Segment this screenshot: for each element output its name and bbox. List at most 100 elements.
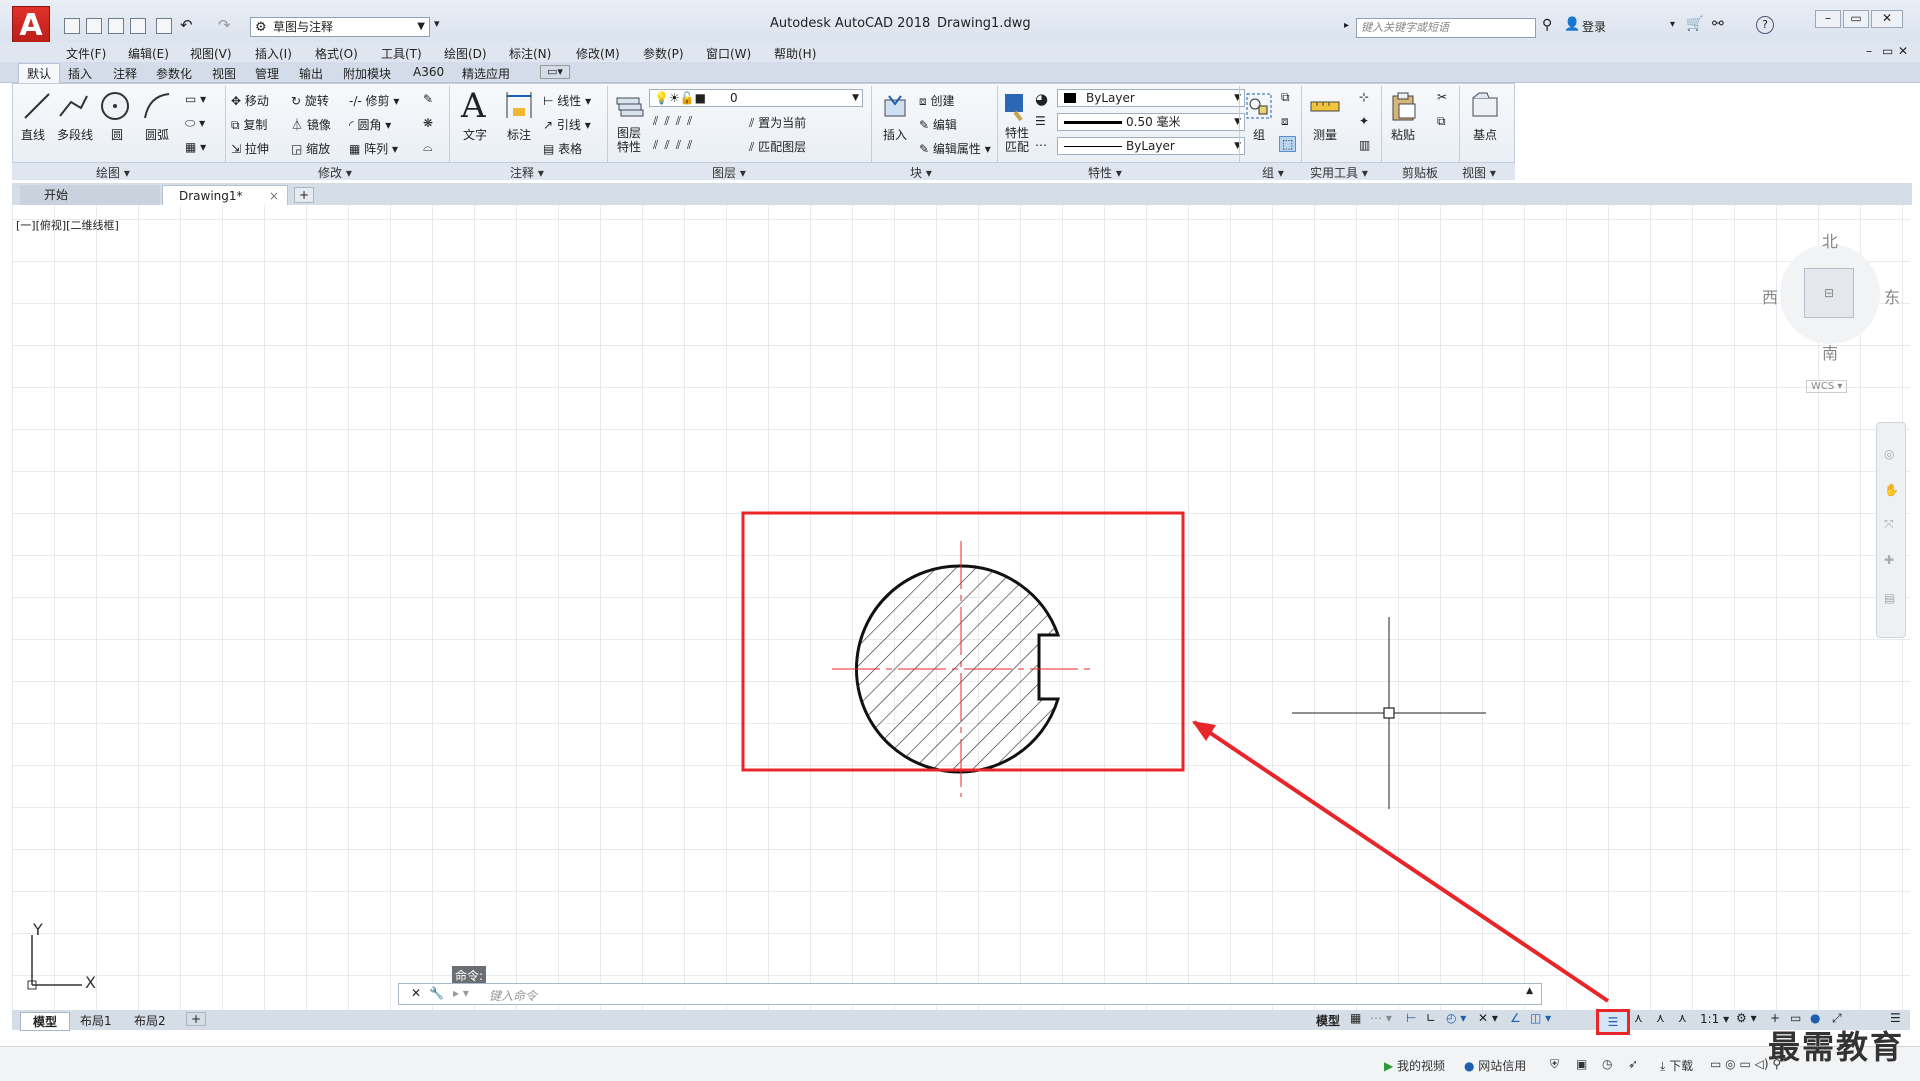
lineweight-dropdown[interactable]: 0.50 毫米 ▼ <box>1057 113 1245 131</box>
linetype-dropdown[interactable]: ByLayer ▼ <box>1057 137 1245 155</box>
erase-icon[interactable]: ✎ <box>423 92 433 106</box>
match-properties-icon[interactable] <box>1001 90 1033 122</box>
close-tab-icon[interactable]: × <box>269 186 279 206</box>
download-link[interactable]: ⤓ 下载 <box>1660 1057 1693 1074</box>
offset-icon[interactable]: ⌓ <box>423 140 433 155</box>
panel-title-utilities[interactable]: 实用工具 ▾ <box>1310 164 1368 181</box>
panel-title-view[interactable]: 视图 ▾ <box>1462 164 1496 181</box>
move-button[interactable]: ✥ 移动 <box>231 92 269 109</box>
steering-wheel-icon[interactable]: ◎ <box>1884 447 1894 461</box>
login-dropdown-icon[interactable]: ▾ <box>1670 19 1675 30</box>
panel-title-groups[interactable]: 组 ▾ <box>1262 164 1284 181</box>
copy-clip-icon[interactable]: ⧉ <box>1437 114 1446 129</box>
doc-close-button[interactable]: ✕ <box>1898 44 1908 58</box>
base-view-icon[interactable] <box>1469 90 1501 122</box>
annotation-scale-icon[interactable]: ⋏ <box>1678 1011 1687 1025</box>
maximize-button[interactable]: ▭ <box>1843 10 1869 28</box>
insert-block-icon[interactable] <box>879 90 911 122</box>
table-button[interactable]: ▤ 表格 <box>543 140 582 157</box>
grid-toggle-icon[interactable]: ▦ <box>1350 1011 1361 1025</box>
menu-insert[interactable]: 插入(I) <box>255 45 292 62</box>
menu-edit[interactable]: 编辑(E) <box>128 45 169 62</box>
orbit-icon[interactable]: ✚ <box>1884 553 1894 567</box>
array-button[interactable]: ▦ 阵列 ▾ <box>349 140 398 157</box>
panel-title-annotation[interactable]: 注释 ▾ <box>510 164 544 181</box>
measure-icon[interactable] <box>1309 90 1341 122</box>
close-command-icon[interactable]: ✕ <box>411 986 421 1000</box>
doc-restore-button[interactable]: ▭ <box>1882 44 1893 58</box>
dimension-icon[interactable] <box>503 90 535 122</box>
viewcube-south[interactable]: 南 <box>1822 340 1838 364</box>
polar-tracking-icon[interactable]: ◴ ▾ <box>1446 1011 1466 1025</box>
tab-view[interactable]: 视图 <box>212 65 236 82</box>
menu-file[interactable]: 文件(F) <box>66 45 106 62</box>
viewcube-east[interactable]: 东 <box>1884 284 1900 308</box>
tab-a360[interactable]: A360 <box>413 65 444 79</box>
tab-drawing1[interactable]: Drawing1* × <box>162 185 288 205</box>
menu-modify[interactable]: 修改(M) <box>576 45 620 62</box>
help-icon[interactable]: ? <box>1756 16 1774 34</box>
tab-manage[interactable]: 管理 <box>255 65 279 82</box>
rectangle-icon[interactable]: ▭ ▾ <box>185 92 206 106</box>
quick-select-icon[interactable]: ⊹ <box>1359 90 1369 104</box>
point-icon[interactable]: ✦ <box>1359 114 1369 128</box>
fillet-button[interactable]: ◜ 圆角 ▾ <box>349 116 391 133</box>
panel-title-clipboard[interactable]: 剪贴板 <box>1402 164 1438 181</box>
search-input[interactable]: 键入关键字或短语 <box>1356 18 1536 38</box>
arc-icon[interactable] <box>141 90 173 122</box>
application-menu-button[interactable]: A <box>12 6 50 46</box>
binoculars-icon[interactable]: ⚲ <box>1542 17 1552 33</box>
line-icon[interactable] <box>21 90 53 122</box>
infer-constraints-icon[interactable]: ⊢ <box>1406 1011 1416 1025</box>
circle-icon[interactable] <box>99 90 131 122</box>
menu-help[interactable]: 帮助(H) <box>774 45 816 62</box>
customize-command-icon[interactable]: 🔧 <box>429 986 444 1000</box>
workspace-dropdown[interactable]: ⚙ 草图与注释 ▼ <box>250 17 430 37</box>
menu-window[interactable]: 窗口(W) <box>706 45 751 62</box>
viewport-controls[interactable]: [一][俯视][二维线框] <box>16 217 119 233</box>
paste-icon[interactable] <box>1387 90 1419 122</box>
edit-attributes-button[interactable]: ✎ 编辑属性 ▾ <box>919 140 991 157</box>
layer-tools-row-2[interactable]: ⫽⫽⫽⫽ <box>653 138 698 153</box>
hatch-icon[interactable]: ▦ ▾ <box>185 140 206 154</box>
snap-toggle-icon[interactable]: ⋯ ▾ <box>1370 1011 1392 1025</box>
rotate-button[interactable]: ↻ 旋转 <box>291 92 329 109</box>
cart-icon[interactable]: 🛒 <box>1686 16 1703 32</box>
edit-block-button[interactable]: ✎ 编辑 <box>919 116 957 133</box>
shield-icon[interactable]: ⛨ <box>1550 1057 1559 1072</box>
exchange-icon[interactable]: ⚯ <box>1712 16 1724 32</box>
isodraft-icon[interactable]: ✕ ▾ <box>1478 1011 1498 1025</box>
ungroup-icon[interactable]: ⧉ <box>1281 90 1290 105</box>
menu-dimension[interactable]: 标注(N) <box>509 45 551 62</box>
redo-icon[interactable]: ↷ <box>218 16 231 34</box>
stretch-button[interactable]: ⇲ 拉伸 <box>231 140 269 157</box>
scale-button[interactable]: ◲ 缩放 <box>291 140 330 157</box>
login-button[interactable]: 登录 <box>1582 18 1606 35</box>
image-icon[interactable]: ▣ <box>1576 1057 1587 1071</box>
search-expand-icon[interactable]: ▸ <box>1344 20 1349 31</box>
minimize-button[interactable]: – <box>1815 10 1841 28</box>
layout-tab-model[interactable]: 模型 <box>20 1012 71 1031</box>
viewcube-west[interactable]: 西 <box>1762 284 1778 308</box>
panel-title-modify[interactable]: 修改 ▾ <box>318 164 352 181</box>
polyline-icon[interactable] <box>57 90 89 122</box>
tab-default[interactable]: 默认 <box>18 63 61 83</box>
model-space-button[interactable]: 模型 <box>1316 1012 1340 1029</box>
object-snap-tracking-icon[interactable]: ∠ <box>1510 1011 1521 1025</box>
new-file-icon[interactable] <box>64 18 80 34</box>
open-file-icon[interactable] <box>86 18 102 34</box>
rocket-icon[interactable]: ➶ <box>1628 1057 1638 1071</box>
trim-button[interactable]: -/- 修剪 ▾ <box>349 92 399 109</box>
ribbon-minimize-icon[interactable]: ▭▾ <box>540 65 570 79</box>
wcs-menu[interactable]: WCS ▾ <box>1806 380 1848 393</box>
auto-scale-icon[interactable]: ⋏ <box>1656 1011 1665 1025</box>
print-icon[interactable] <box>156 18 172 34</box>
site-credit-link[interactable]: ● 网站信用 <box>1464 1057 1526 1074</box>
new-tab-button[interactable]: + <box>294 187 314 203</box>
leader-button[interactable]: ↗ 引线 ▾ <box>543 116 591 133</box>
group-edit-icon[interactable]: ⧈ <box>1281 114 1289 129</box>
undo-icon[interactable]: ↶ <box>180 16 193 34</box>
create-block-button[interactable]: ⧈ 创建 <box>919 92 954 109</box>
explode-icon[interactable]: ❋ <box>423 116 433 130</box>
workspace-switch-icon[interactable]: ⚙ ▾ <box>1736 1011 1757 1025</box>
